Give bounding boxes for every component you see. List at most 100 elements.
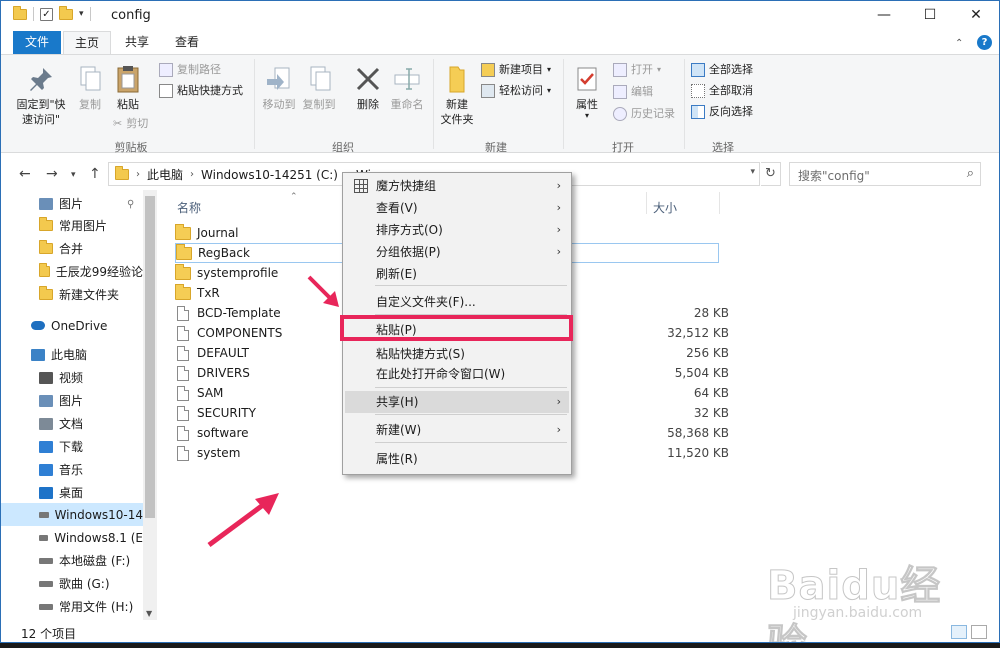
menu-item[interactable]: 魔方快捷组› <box>345 175 569 197</box>
copy-path-button[interactable]: 复制路径 <box>159 63 221 77</box>
tab-file[interactable]: 文件 <box>13 31 61 54</box>
rename-button[interactable]: 重命名 <box>387 63 427 112</box>
search-input[interactable]: 搜索"config" ⌕ <box>789 162 981 186</box>
minimize-button[interactable]: — <box>861 1 907 31</box>
column-divider[interactable] <box>719 192 720 214</box>
scroll-down-icon[interactable]: ▼ <box>146 609 152 618</box>
clipboard-icon <box>112 63 144 95</box>
menu-item[interactable]: 刷新(E) <box>345 263 569 285</box>
move-to-button[interactable]: 移动到 <box>261 63 297 112</box>
quick-access-toolbar: ✓ ▾ <box>13 7 91 21</box>
details-view-icon[interactable] <box>951 625 967 639</box>
chevron-right-icon[interactable]: › <box>190 169 194 180</box>
copy-button[interactable]: 复制 <box>73 63 107 112</box>
help-icon[interactable]: ? <box>977 35 992 50</box>
maximize-button[interactable]: ☐ <box>907 1 953 31</box>
scrollbar-thumb[interactable] <box>145 196 155 518</box>
column-header-name[interactable]: 名称 <box>177 199 201 216</box>
new-item-button[interactable]: 新建项目▾ <box>481 63 551 77</box>
back-icon[interactable]: ← <box>19 166 31 182</box>
easy-access-button[interactable]: 轻松访问▾ <box>481 84 551 98</box>
chevron-down-icon[interactable]: ▾ <box>750 167 755 177</box>
up-icon[interactable]: ↑ <box>89 166 101 182</box>
invert-selection-button[interactable]: 反向选择 <box>691 105 753 119</box>
nav-item[interactable]: 此电脑 <box>1 343 143 366</box>
menu-item[interactable]: 粘贴快捷方式(S) <box>345 343 569 365</box>
nav-item[interactable]: 常用文件 (H:) <box>1 595 143 618</box>
nav-item[interactable]: 图片⚲ <box>1 192 143 215</box>
nav-item[interactable]: 歌曲 (G:) <box>1 572 143 595</box>
chevron-right-icon[interactable]: › <box>136 169 140 180</box>
file-name: BCD-Template <box>197 306 281 320</box>
column-header-size[interactable]: 大小 <box>653 199 677 216</box>
delete-button[interactable]: 删除 <box>350 63 386 112</box>
nav-item[interactable]: 合并 <box>1 237 143 260</box>
history-button[interactable]: 历史记录 <box>613 107 675 121</box>
tab-home[interactable]: 主页 <box>63 31 111 54</box>
customize-qat-icon[interactable]: ▾ <box>79 9 84 19</box>
nav-item[interactable]: 新建文件夹 <box>1 283 143 306</box>
breadcrumb-item[interactable]: 此电脑 <box>147 166 183 183</box>
nav-item-label: 视频 <box>59 369 83 386</box>
large-icons-view-icon[interactable] <box>971 625 987 639</box>
tab-view[interactable]: 查看 <box>163 31 211 54</box>
select-none-button[interactable]: 全部取消 <box>691 84 753 98</box>
close-button[interactable]: ✕ <box>953 1 999 31</box>
menu-item[interactable]: 共享(H)› <box>345 391 569 413</box>
nav-item[interactable]: 常用图片 <box>1 214 143 237</box>
menu-item[interactable]: 在此处打开命令窗口(W) <box>345 363 569 385</box>
menu-item[interactable]: 排序方式(O)› <box>345 219 569 241</box>
nav-item[interactable]: 图片 <box>1 389 143 412</box>
new-folder-qat-icon[interactable] <box>59 9 73 20</box>
nav-item[interactable]: 音乐 <box>1 458 143 481</box>
menu-item[interactable]: 分组依据(P)› <box>345 241 569 263</box>
nav-item[interactable]: 桌面 <box>1 481 143 504</box>
file-icon <box>177 386 189 401</box>
new-folder-button[interactable]: 新建 文件夹 <box>438 63 476 127</box>
menu-item[interactable]: 属性(R) <box>345 448 569 470</box>
nav-scrollbar[interactable]: ▼ <box>143 190 157 620</box>
menu-item[interactable]: 新建(W)› <box>345 419 569 441</box>
forward-icon[interactable]: → <box>46 166 58 182</box>
paste-button[interactable]: 粘贴 <box>111 63 145 112</box>
breadcrumb-item[interactable]: Windows10-14251 (C:) <box>201 168 338 182</box>
nav-item[interactable]: Windows8.1 (E <box>1 526 143 549</box>
separator <box>254 59 255 149</box>
menu-item[interactable]: 自定义文件夹(F)... <box>345 291 569 313</box>
paste-shortcut-button[interactable]: 粘贴快捷方式 <box>159 84 243 98</box>
tab-share[interactable]: 共享 <box>113 31 161 54</box>
open-button[interactable]: 打开▾ <box>613 63 661 77</box>
file-size: 11,520 KB <box>615 446 729 460</box>
paste-highlight-box <box>340 315 573 341</box>
nav-item[interactable]: 视频 <box>1 366 143 389</box>
nav-item[interactable]: 文档 <box>1 412 143 435</box>
properties-qat-icon[interactable]: ✓ <box>40 8 53 21</box>
separator <box>684 59 685 149</box>
menu-item[interactable]: 查看(V)› <box>345 197 569 219</box>
nav-item[interactable]: 下载 <box>1 435 143 458</box>
copy-to-button[interactable]: 复制到 <box>299 63 339 112</box>
nav-item[interactable]: Windows10-14 <box>1 503 143 526</box>
file-name: COMPONENTS <box>197 326 282 340</box>
cut-button[interactable]: ✂ 剪切 <box>113 117 148 131</box>
search-icon[interactable]: ⌕ <box>967 166 974 181</box>
pin-quick-access-button[interactable]: 固定到"快速访问" <box>13 63 69 127</box>
refresh-icon[interactable]: ↻ <box>761 162 781 186</box>
column-divider[interactable] <box>646 192 647 214</box>
file-name: software <box>197 426 249 440</box>
downloads-icon <box>39 441 53 453</box>
nav-item[interactable]: OneDrive <box>1 314 143 337</box>
select-all-button[interactable]: 全部选择 <box>691 63 753 77</box>
pin-icon[interactable]: ⚲ <box>127 199 134 210</box>
nav-item-label: 常用文件 (H:) <box>59 598 133 615</box>
edit-button[interactable]: 编辑 <box>613 85 653 99</box>
nav-item[interactable]: 壬辰龙99经验论 <box>1 260 143 283</box>
file-name: systemprofile <box>197 266 278 280</box>
menu-item-label: 在此处打开命令窗口(W) <box>376 367 505 381</box>
easy-access-icon <box>481 84 495 98</box>
file-size: 32 KB <box>615 406 729 420</box>
properties-button[interactable]: 属性 ▾ <box>569 63 605 120</box>
collapse-ribbon-icon[interactable]: ⌃ <box>955 38 963 49</box>
nav-item[interactable]: 本地磁盘 (F:) <box>1 549 143 572</box>
recent-dropdown-icon[interactable]: ▾ <box>71 170 76 180</box>
